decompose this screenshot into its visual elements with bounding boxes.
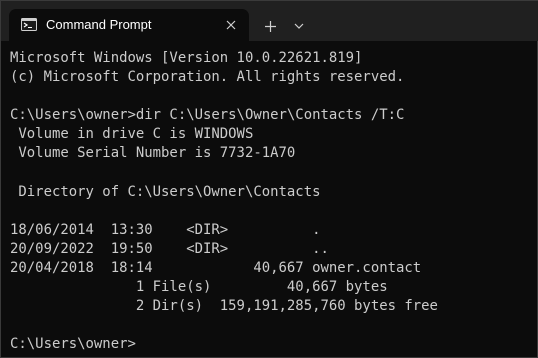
console-line: 2 Dir(s) 159,191,285,760 bytes free bbox=[10, 298, 438, 315]
console-line: 20/04/2018 18:14 40,667 owner.contact bbox=[10, 260, 422, 277]
command-prompt-window: Command Prompt Microsoft Windows [Versio… bbox=[0, 0, 538, 358]
tab-title: Command Prompt bbox=[46, 17, 152, 32]
command-prompt-line[interactable]: C:\Users\owner> bbox=[10, 335, 535, 354]
console-line: Microsoft Windows [Version 10.0.22621.81… bbox=[10, 50, 363, 66]
tab-command-prompt[interactable]: Command Prompt bbox=[9, 9, 249, 41]
console-line: Directory of C:\Users\Owner\Contacts bbox=[10, 183, 321, 200]
console-output[interactable]: Microsoft Windows [Version 10.0.22621.81… bbox=[10, 49, 535, 355]
console-line: (c) Microsoft Corporation. All rights re… bbox=[10, 69, 405, 86]
console-line: 1 File(s) 40,667 bytes bbox=[10, 279, 388, 296]
close-icon[interactable] bbox=[223, 17, 239, 33]
chevron-down-icon[interactable] bbox=[290, 17, 308, 35]
terminal-icon bbox=[21, 18, 37, 31]
console-line: C:\Users\owner>dir C:\Users\Owner\Contac… bbox=[10, 107, 405, 124]
console-line: 18/06/2014 13:30 <DIR> . bbox=[10, 221, 321, 238]
title-bar: Command Prompt bbox=[1, 1, 538, 41]
console-line: Volume Serial Number is 7732-1A70 bbox=[10, 145, 296, 162]
plus-icon[interactable] bbox=[259, 15, 281, 37]
console-line: 20/09/2022 19:50 <DIR> .. bbox=[10, 240, 329, 257]
console-line: Volume in drive C is WINDOWS bbox=[10, 126, 254, 143]
